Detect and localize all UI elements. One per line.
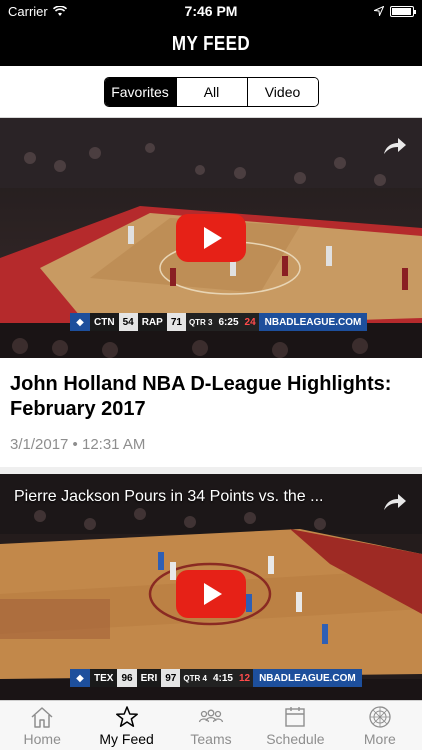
score-value1: 96 [117, 669, 137, 687]
wifi-icon [52, 5, 67, 16]
status-time: 7:46 PM [184, 3, 238, 19]
share-icon[interactable] [382, 136, 408, 156]
video-overlay-title: Pierre Jackson Pours in 34 Points vs. th… [14, 488, 324, 505]
video-thumbnail[interactable]: ◆ CTN 54 RAP 71 QTR 3 6:25 24 NBADLEAGUE… [0, 118, 422, 358]
feed-filter-bar: Favorites All Video [0, 66, 422, 118]
video-thumbnail[interactable]: Pierre Jackson Pours in 34 Points vs. th… [0, 474, 422, 700]
dleague-logo-icon: ◆ [70, 669, 90, 687]
nav-bar: MY FEED [0, 22, 422, 66]
feed-item-body[interactable]: John Holland NBA D-League Highlights: Fe… [0, 358, 422, 467]
play-button[interactable] [176, 570, 246, 618]
feed-item-title[interactable]: John Holland NBA D-League Highlights: Fe… [10, 372, 412, 422]
score-team2: ERI [136, 669, 162, 687]
score-value2: 97 [161, 669, 181, 687]
score-team1: TEX [90, 669, 118, 687]
play-icon [204, 583, 222, 605]
score-quarter: QTR 3 [185, 313, 216, 331]
dleague-logo-icon: ◆ [70, 313, 90, 331]
share-icon[interactable] [382, 492, 408, 512]
feed-filter-segmented-control: Favorites All Video [103, 76, 319, 107]
tab-home[interactable]: Home [0, 701, 84, 750]
tab-label: Teams [190, 731, 232, 747]
tab-label: Schedule [266, 731, 325, 747]
segment-favorites[interactable]: Favorites [104, 77, 176, 106]
more-icon [369, 706, 391, 728]
play-button[interactable] [176, 214, 246, 262]
feed-item-date: 3/1/2017 • 12:31 AM [10, 436, 146, 453]
teams-icon [198, 709, 224, 723]
page-title: MY FEED [171, 32, 251, 55]
segment-all[interactable]: All [175, 77, 247, 106]
score-value2: 71 [166, 313, 186, 331]
feed-item[interactable]: ◆ CTN 54 RAP 71 QTR 3 6:25 24 NBADLEAGUE… [0, 118, 422, 474]
tab-label: Home [23, 731, 61, 747]
feed-list[interactable]: ◆ CTN 54 RAP 71 QTR 3 6:25 24 NBADLEAGUE… [0, 118, 422, 700]
score-shot-clock: 24 [241, 313, 259, 331]
calendar-icon [285, 707, 306, 727]
tab-bar: Home My Feed Teams Schedule More [0, 700, 422, 750]
tab-my-feed[interactable]: My Feed [84, 701, 168, 750]
score-site: NBADLEAGUE.COM [258, 313, 368, 331]
scoreboard-overlay: ◆ CTN 54 RAP 71 QTR 3 6:25 24 NBADLEAGUE… [70, 313, 368, 331]
tab-teams[interactable]: Teams [169, 701, 253, 750]
score-clock: 4:15 [209, 669, 236, 687]
battery-icon [390, 5, 416, 17]
status-bar: Carrier 7:46 PM [0, 0, 422, 22]
tab-more[interactable]: More [338, 701, 422, 750]
score-value1: 54 [118, 313, 138, 331]
scoreboard-overlay: ◆ TEX 96 ERI 97 QTR 4 4:15 12 NBADLEAGUE… [70, 669, 362, 687]
play-icon [204, 227, 222, 249]
score-shot-clock: 12 [235, 669, 254, 687]
score-team1: CTN [90, 313, 119, 331]
tab-label: My Feed [99, 731, 154, 747]
location-arrow-icon [374, 6, 384, 16]
segment-video[interactable]: Video [246, 77, 318, 106]
score-site: NBADLEAGUE.COM [253, 669, 362, 687]
feed-item[interactable]: Pierre Jackson Pours in 34 Points vs. th… [0, 474, 422, 700]
score-clock: 6:25 [215, 313, 242, 331]
tab-label: More [363, 731, 396, 747]
score-quarter: QTR 4 [180, 669, 210, 687]
home-icon [31, 707, 53, 728]
score-team2: RAP [137, 313, 167, 331]
star-icon [115, 706, 138, 727]
tab-schedule[interactable]: Schedule [253, 701, 337, 750]
carrier-label: Carrier [8, 3, 48, 19]
